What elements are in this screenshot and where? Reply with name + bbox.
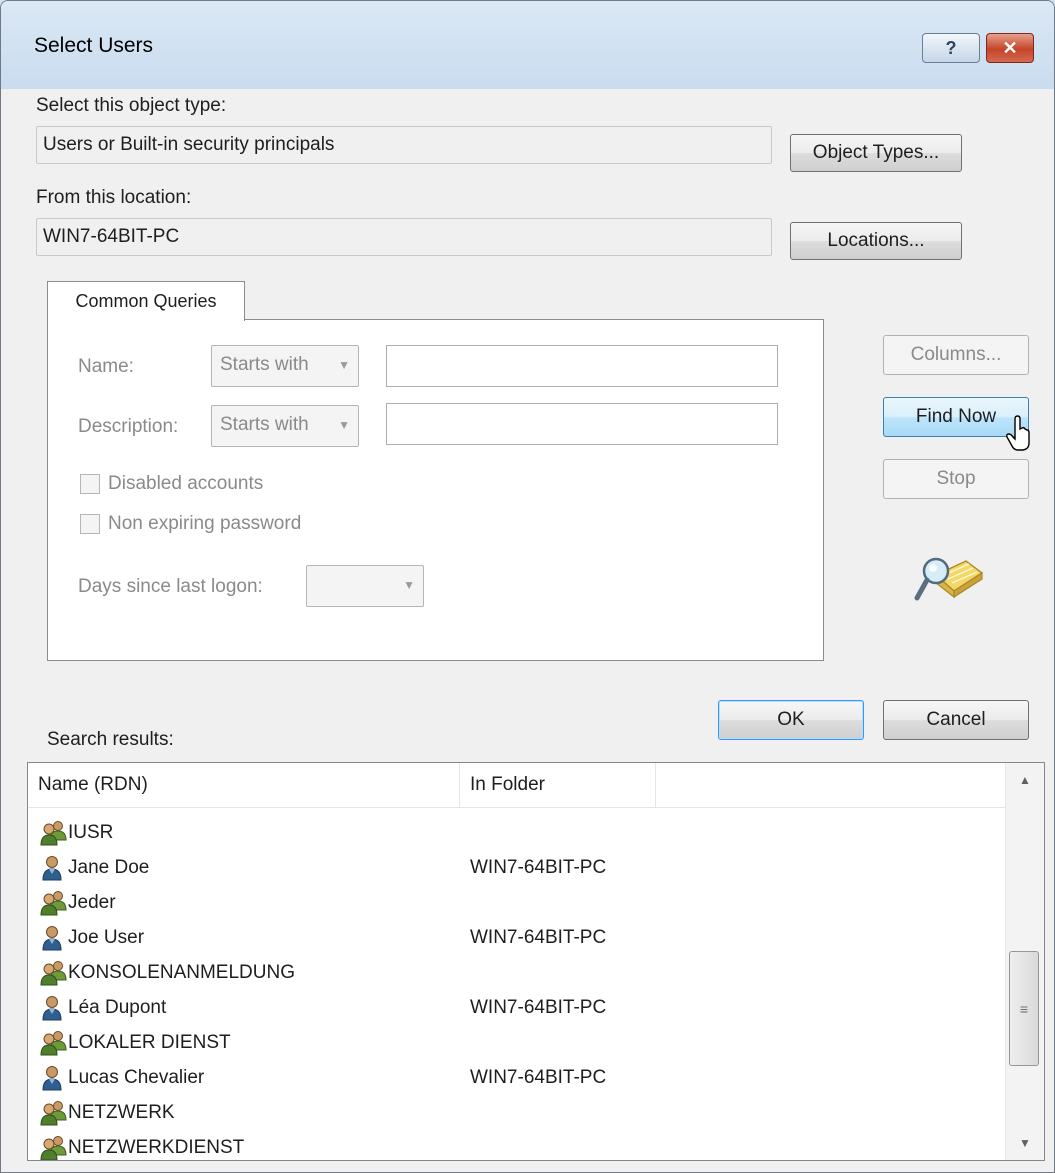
table-row[interactable]: Jane Doe WIN7-64BIT-PC xyxy=(28,850,1005,885)
description-mode-select[interactable]: Starts with ▼ xyxy=(211,405,359,447)
group-icon xyxy=(40,1135,68,1160)
column-header-in-folder[interactable]: In Folder xyxy=(460,763,656,807)
table-row[interactable]: Jeder xyxy=(28,885,1005,920)
table-row[interactable]: NETZWERKDIENST xyxy=(28,1130,1005,1160)
row-folder: WIN7-64BIT-PC xyxy=(470,997,607,1018)
results-scrollbar[interactable]: ▲ ≡ ▼ xyxy=(1005,763,1044,1160)
results-header: Name (RDN) In Folder xyxy=(28,763,1005,808)
close-icon: ✕ xyxy=(1002,37,1018,58)
name-mode-select[interactable]: Starts with ▼ xyxy=(211,345,359,387)
location-label: From this location: xyxy=(36,187,192,208)
group-icon xyxy=(40,1100,68,1126)
scroll-thumb[interactable]: ≡ xyxy=(1009,951,1039,1066)
results-rows: IUSR Jane Doe WIN7-64BIT-PC Jeder Joe User WI… xyxy=(28,815,1005,1160)
column-header-name[interactable]: Name (RDN) xyxy=(28,763,460,807)
stop-button[interactable]: Stop xyxy=(883,459,1029,499)
tab-label: Common Queries xyxy=(75,291,217,311)
search-results-label: Search results: xyxy=(47,729,174,750)
table-row[interactable]: NETZWERK xyxy=(28,1095,1005,1130)
row-name: Jane Doe xyxy=(68,857,150,878)
select-users-dialog: Select Users ? ✕ Select this object type… xyxy=(0,0,1055,1173)
row-folder: WIN7-64BIT-PC xyxy=(470,927,607,948)
row-name: Lucas Chevalier xyxy=(68,1067,205,1088)
row-name: KONSOLENANMELDUNG xyxy=(68,962,295,983)
description-mode-value: Starts with xyxy=(220,414,309,435)
table-row[interactable]: KONSOLENANMELDUNG xyxy=(28,955,1005,990)
row-name: Joe User xyxy=(68,927,145,948)
object-types-button[interactable]: Object Types... xyxy=(790,134,962,172)
help-button[interactable]: ? xyxy=(922,33,980,63)
group-icon xyxy=(40,1030,68,1056)
object-type-field: Users or Built-in security principals xyxy=(36,126,772,164)
row-name: LOKALER DIENST xyxy=(68,1032,231,1053)
mouse-cursor-icon xyxy=(1006,415,1030,451)
row-folder: WIN7-64BIT-PC xyxy=(470,1067,607,1088)
scroll-down-icon[interactable]: ▼ xyxy=(1006,1128,1044,1158)
disabled-accounts-checkbox[interactable]: Disabled accounts xyxy=(80,473,263,495)
table-row[interactable]: Lucas Chevalier WIN7-64BIT-PC xyxy=(28,1060,1005,1095)
table-row[interactable]: Joe User WIN7-64BIT-PC xyxy=(28,920,1005,955)
scroll-up-icon[interactable]: ▲ xyxy=(1006,765,1044,795)
search-directory-icon xyxy=(914,557,984,601)
row-name: NETZWERK xyxy=(68,1102,175,1123)
row-name: IUSR xyxy=(68,822,114,843)
row-name: Léa Dupont xyxy=(68,997,167,1018)
user-icon xyxy=(40,1065,68,1091)
tab-common-queries[interactable]: Common Queries xyxy=(47,281,245,321)
close-button[interactable]: ✕ xyxy=(986,33,1034,63)
row-name: Jeder xyxy=(68,892,116,913)
checkbox-box[interactable] xyxy=(80,474,100,494)
window-title: Select Users xyxy=(34,34,154,57)
table-row[interactable]: LOKALER DIENST xyxy=(28,1025,1005,1060)
name-mode-value: Starts with xyxy=(220,354,309,375)
common-queries-panel: Name: Starts with ▼ Description: Starts … xyxy=(47,319,824,661)
dialog-body: Select this object type: Users or Built-… xyxy=(11,89,1045,1162)
row-folder: WIN7-64BIT-PC xyxy=(470,857,607,878)
columns-button[interactable]: Columns... xyxy=(883,335,1029,375)
user-icon xyxy=(40,855,68,881)
cancel-button[interactable]: Cancel xyxy=(883,700,1029,740)
name-label: Name: xyxy=(78,356,134,377)
name-input[interactable] xyxy=(386,345,778,387)
chevron-down-icon: ▼ xyxy=(338,418,350,432)
table-row[interactable]: IUSR xyxy=(28,815,1005,850)
locations-button[interactable]: Locations... xyxy=(790,222,962,260)
help-icon: ? xyxy=(945,37,957,58)
ok-button[interactable]: OK xyxy=(718,700,864,740)
disabled-accounts-label: Disabled accounts xyxy=(108,473,264,494)
group-icon xyxy=(40,890,68,916)
user-icon xyxy=(40,925,68,951)
search-results-list[interactable]: Name (RDN) In Folder IUSR Jane Doe WIN7-64… xyxy=(27,762,1045,1161)
chevron-down-icon: ▼ xyxy=(338,358,350,372)
description-input[interactable] xyxy=(386,403,778,445)
non-expiring-password-checkbox[interactable]: Non expiring password xyxy=(80,513,301,535)
table-row[interactable]: Léa Dupont WIN7-64BIT-PC xyxy=(28,990,1005,1025)
object-type-label: Select this object type: xyxy=(36,95,227,116)
group-icon xyxy=(40,960,68,986)
description-label: Description: xyxy=(78,416,179,437)
non-expiring-password-label: Non expiring password xyxy=(108,513,302,534)
title-bar[interactable]: Select Users ? ✕ xyxy=(1,1,1054,89)
row-name: NETZWERKDIENST xyxy=(68,1137,245,1158)
user-icon xyxy=(40,995,68,1021)
days-since-logon-label: Days since last logon: xyxy=(78,576,263,597)
chevron-down-icon: ▼ xyxy=(403,578,415,592)
location-field: WIN7-64BIT-PC xyxy=(36,218,772,256)
group-icon xyxy=(40,820,68,846)
days-since-logon-select[interactable]: ▼ xyxy=(306,565,424,607)
checkbox-box[interactable] xyxy=(80,514,100,534)
